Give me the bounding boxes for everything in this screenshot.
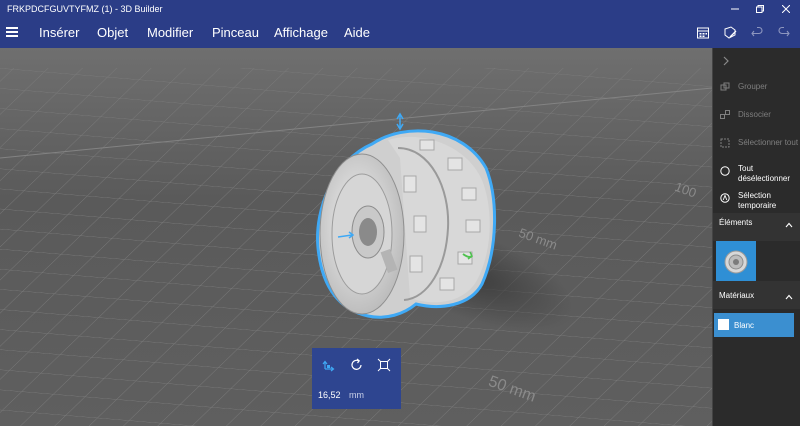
group-icon [720,82,730,91]
chevron-up-icon [785,222,793,228]
window-title: FRKPDCFGUVTYFMZ (1) - 3D Builder [7,4,163,14]
menu-inserer[interactable]: Insérer [39,25,79,40]
close-button[interactable] [779,2,793,16]
elements-section-header[interactable]: Éléments [713,213,800,241]
ungroup-icon [720,110,730,119]
redo-icon[interactable] [777,26,791,40]
menu-bar: Insérer Objet Modifier Pinceau Affichage… [0,18,800,48]
menu-objet[interactable]: Objet [97,25,128,40]
material-item-blanc[interactable]: Blanc [714,313,794,337]
3d-viewport[interactable]: 100 50 mm 50 mm 16,52 mm [0,48,712,426]
select-all-label: Sélectionner tout [738,138,799,147]
element-thumbnail[interactable] [716,241,756,283]
pulley-thumbnail-icon [724,250,748,274]
scale-value[interactable]: 16,52 [318,390,341,400]
menu-modifier[interactable]: Modifier [147,25,193,40]
materials-title: Matériaux [719,291,755,300]
title-bar: FRKPDCFGUVTYFMZ (1) - 3D Builder [0,0,800,18]
right-sidebar: Grouper Dissocier Sélectionner tout Tout… [712,48,800,426]
restore-icon [756,5,764,13]
edit-object-icon[interactable] [723,26,737,40]
scale-panel: 16,52 mm [312,348,401,409]
hamburger-menu-icon[interactable] [6,27,18,37]
materials-section-header[interactable]: Matériaux [713,281,800,309]
menu-affichage[interactable]: Affichage [274,25,328,40]
close-icon [782,5,790,13]
chevron-up-icon [785,294,793,300]
select-all-icon [720,138,730,148]
ungroup-label: Dissocier [738,110,771,119]
menu-aide[interactable]: Aide [344,25,370,40]
temporary-selection-label: Sélection temporaire [738,191,777,210]
scale-icon[interactable] [377,358,391,372]
menu-pinceau[interactable]: Pinceau [212,25,259,40]
rotate-icon[interactable] [350,358,364,372]
material-swatch [718,319,729,330]
chevron-right-icon[interactable] [722,56,730,66]
deselect-circle-icon [720,166,730,176]
undo-icon[interactable] [750,26,764,40]
move-icon[interactable] [322,358,336,372]
minimize-icon [731,8,739,10]
temporary-selection-icon [720,193,730,203]
scale-unit: mm [349,390,364,400]
elements-title: Éléments [719,218,753,227]
restore-button[interactable] [753,2,767,16]
group-label: Grouper [738,82,768,91]
deselect-all-label: Tout désélectionner [738,164,791,183]
calculator-icon[interactable] [696,26,710,40]
minimize-button[interactable] [728,2,742,16]
material-name: Blanc [734,321,755,330]
